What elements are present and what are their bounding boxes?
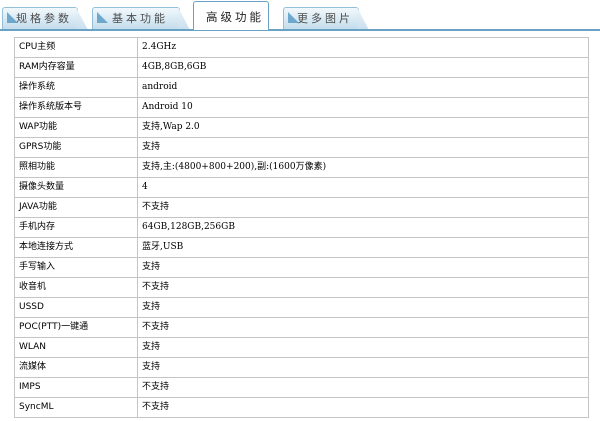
spec-label: JAVA功能 bbox=[14, 197, 138, 218]
spec-label: USSD bbox=[14, 297, 138, 318]
spec-value: 64GB,128GB,256GB bbox=[137, 217, 589, 238]
spec-value: 支持 bbox=[137, 337, 589, 358]
spec-value: 不支持 bbox=[137, 277, 589, 298]
table-row: CPU主频 2.4GHz bbox=[14, 37, 589, 58]
table-row: 照相功能 支持,主:(4800+800+200),副:(1600万像素) bbox=[14, 157, 589, 178]
spec-value: 支持 bbox=[137, 137, 589, 158]
tab-specifications[interactable]: 规格参数 bbox=[2, 7, 78, 29]
table-row: WAP功能 支持,Wap 2.0 bbox=[14, 117, 589, 138]
table-row: RAM内存容量 4GB,8GB,6GB bbox=[14, 57, 589, 78]
spec-label: 流媒体 bbox=[14, 357, 138, 378]
spec-value: 不支持 bbox=[137, 397, 589, 418]
spec-label: 操作系统版本号 bbox=[14, 97, 138, 118]
spec-label: 操作系统 bbox=[14, 77, 138, 98]
spec-label: SyncML bbox=[14, 397, 138, 418]
spec-value: 支持 bbox=[137, 257, 589, 278]
spec-label: 本地连接方式 bbox=[14, 237, 138, 258]
table-row: 摄像头数量 4 bbox=[14, 177, 589, 198]
tab-advanced-functions[interactable]: 高级功能 bbox=[193, 1, 269, 30]
spec-label: 摄像头数量 bbox=[14, 177, 138, 198]
spec-value: 不支持 bbox=[137, 197, 589, 218]
table-row: GPRS功能 支持 bbox=[14, 137, 589, 158]
spec-label: 收音机 bbox=[14, 277, 138, 298]
spec-value: 不支持 bbox=[137, 377, 589, 398]
spec-value: 支持 bbox=[137, 297, 589, 318]
table-row: IMPS 不支持 bbox=[14, 377, 589, 398]
spec-value: android bbox=[137, 77, 589, 98]
spec-value: 4GB,8GB,6GB bbox=[137, 57, 589, 78]
spec-label: 手机内存 bbox=[14, 217, 138, 238]
spec-value: 4 bbox=[137, 177, 589, 198]
spec-value: 2.4GHz bbox=[137, 37, 589, 58]
spec-value: 支持 bbox=[137, 357, 589, 378]
table-row: 手机内存 64GB,128GB,256GB bbox=[14, 217, 589, 238]
table-row: 流媒体 支持 bbox=[14, 357, 589, 378]
spec-label: WLAN bbox=[14, 337, 138, 358]
tab-underline bbox=[0, 29, 600, 31]
spec-label: WAP功能 bbox=[14, 117, 138, 138]
spec-value: 支持,Wap 2.0 bbox=[137, 117, 589, 138]
spec-label: IMPS bbox=[14, 377, 138, 398]
spec-label: 手写输入 bbox=[14, 257, 138, 278]
table-row: 收音机 不支持 bbox=[14, 277, 589, 298]
table-row: 操作系统 android bbox=[14, 77, 589, 98]
spec-label: POC(PTT)一键通 bbox=[14, 317, 138, 338]
spec-table: CPU主频 2.4GHz RAM内存容量 4GB,8GB,6GB 操作系统 andro… bbox=[14, 37, 589, 418]
spec-label: GPRS功能 bbox=[14, 137, 138, 158]
spec-value: 不支持 bbox=[137, 317, 589, 338]
table-row: USSD 支持 bbox=[14, 297, 589, 318]
tab-more-pictures[interactable]: 更多图片 bbox=[283, 7, 359, 29]
tab-basic-functions[interactable]: 基本功能 bbox=[92, 7, 180, 29]
table-row: 本地连接方式 蓝牙,USB bbox=[14, 237, 589, 258]
table-row: POC(PTT)一键通 不支持 bbox=[14, 317, 589, 338]
spec-value: Android 10 bbox=[137, 97, 589, 118]
table-row: 手写输入 支持 bbox=[14, 257, 589, 278]
spec-value: 支持,主:(4800+800+200),副:(1600万像素) bbox=[137, 157, 589, 178]
table-row: 操作系统版本号 Android 10 bbox=[14, 97, 589, 118]
spec-label: CPU主频 bbox=[14, 37, 138, 58]
table-row: WLAN 支持 bbox=[14, 337, 589, 358]
spec-value: 蓝牙,USB bbox=[137, 237, 589, 258]
spec-label: RAM内存容量 bbox=[14, 57, 138, 78]
spec-label: 照相功能 bbox=[14, 157, 138, 178]
tab-bar: 规格参数 基本功能 高级功能 更多图片 bbox=[0, 0, 600, 31]
table-row: JAVA功能 不支持 bbox=[14, 197, 589, 218]
table-row: SyncML 不支持 bbox=[14, 397, 589, 418]
